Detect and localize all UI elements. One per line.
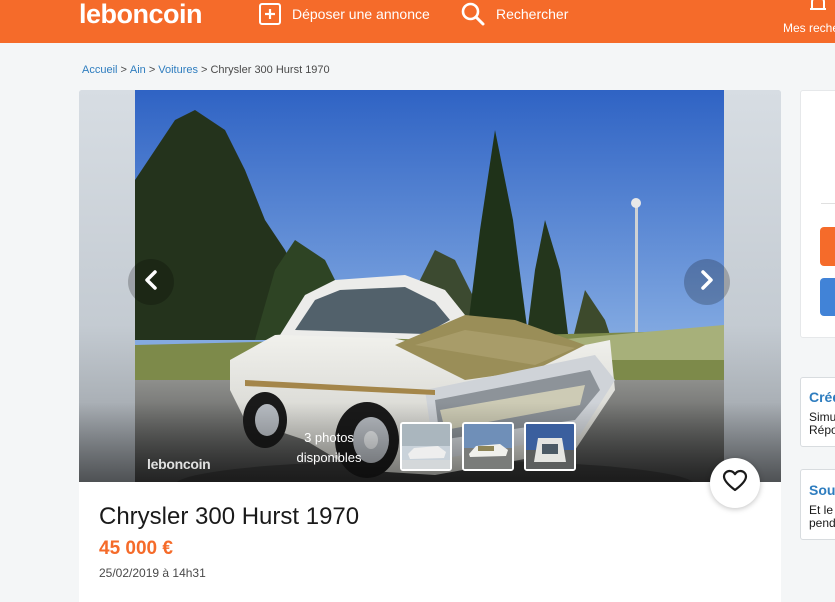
insurance-promo-box[interactable]: Souscrire Et le prix pendant	[800, 469, 835, 540]
photo-thumbnail[interactable]	[524, 422, 576, 471]
deposit-ad-label: Déposer une annonce	[292, 6, 430, 22]
photo-count-line2: disponibles	[296, 450, 362, 465]
photo-gallery[interactable]: leboncoin 3 photos disponibles	[79, 90, 781, 482]
next-photo-button[interactable]	[684, 259, 730, 305]
gallery-watermark: leboncoin	[147, 456, 211, 472]
breadcrumb-region-link[interactable]: Ain	[130, 64, 146, 76]
credit-promo-line1: Simulez	[809, 410, 835, 424]
breadcrumb-category-link[interactable]: Voitures	[158, 64, 198, 76]
leboncoin-logo[interactable]: leboncoin	[79, 0, 203, 28]
insurance-promo-line1: Et le prix	[809, 503, 835, 517]
seller-card	[800, 90, 835, 338]
previous-photo-button[interactable]	[128, 259, 174, 305]
contact-button[interactable]	[820, 227, 835, 266]
breadcrumb-home-link[interactable]: Accueil	[82, 64, 117, 76]
chevron-left-icon	[143, 269, 159, 296]
insurance-promo-line2: pendant	[809, 516, 835, 530]
message-button[interactable]	[820, 278, 835, 316]
breadcrumb-separator: >	[201, 64, 208, 76]
heart-icon	[722, 469, 748, 498]
breadcrumb-separator: >	[148, 64, 156, 76]
credit-promo-box[interactable]: Crédit Simulez Réponse	[800, 377, 835, 447]
deposit-ad-button[interactable]: Déposer une annonce	[258, 0, 430, 28]
ad-date: 25/02/2019 à 14h31	[99, 566, 206, 580]
search-label: Rechercher	[496, 6, 569, 22]
chevron-right-icon	[699, 269, 715, 296]
ad-price: 45 000 €	[99, 538, 173, 559]
search-icon	[460, 1, 486, 27]
insurance-promo-title: Souscrire	[809, 482, 835, 498]
photo-thumbnail[interactable]	[400, 422, 452, 471]
ad-title: Chrysler 300 Hurst 1970	[99, 503, 360, 530]
search-button[interactable]: Rechercher	[460, 0, 568, 28]
breadcrumb-separator: >	[120, 64, 127, 76]
credit-promo-title: Crédit	[809, 389, 835, 405]
ad-card: leboncoin 3 photos disponibles Chrysler …	[79, 90, 781, 602]
breadcrumb: Accueil > Ain > Voitures > Chrysler 300 Hurst …	[82, 64, 330, 76]
plus-square-icon	[258, 2, 282, 26]
my-searches-label: Mes recherches	[783, 21, 835, 35]
bell-icon	[809, 0, 827, 17]
favorite-button[interactable]	[710, 458, 760, 508]
top-header: leboncoin Déposer une annonce Rechercher	[0, 0, 835, 43]
credit-promo-line2: Réponse	[809, 423, 835, 437]
photo-count-line1: 3 photos	[304, 430, 354, 445]
photo-count[interactable]: 3 photos disponibles	[287, 428, 371, 468]
breadcrumb-current: Chrysler 300 Hurst 1970	[210, 64, 330, 76]
photo-thumbnail[interactable]	[462, 422, 514, 471]
seller-card-divider	[821, 203, 835, 204]
my-searches-button[interactable]: Mes recherches	[775, 0, 835, 43]
